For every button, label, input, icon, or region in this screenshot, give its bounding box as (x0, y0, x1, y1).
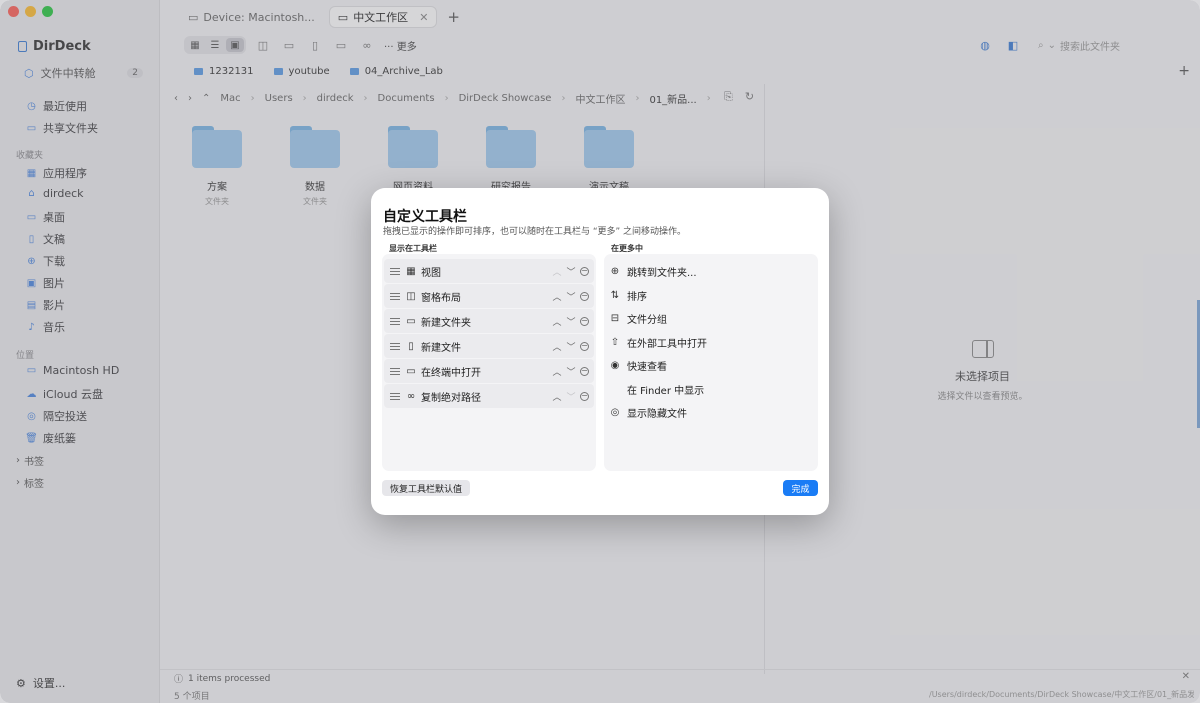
shown-items-list: ▦ 视图 ︿ ﹀ − ◫ 窗格布局 ︿ ﹀ − ▭ 新建文件夹 ︿ ﹀ − ▯ 新建文件 ︿… (382, 254, 596, 471)
drag-handle-icon[interactable] (390, 367, 400, 375)
more-item-show-in-finder[interactable]: 在 Finder 中显示 (608, 378, 814, 400)
more-item-show-hidden[interactable]: ◎ 显示隐藏文件 (608, 401, 814, 423)
drag-handle-icon[interactable] (390, 267, 400, 275)
move-down-icon[interactable]: ﹀ (566, 291, 576, 303)
move-up-icon[interactable]: ︿ (552, 291, 562, 303)
shown-item-pane-layout[interactable]: ◫ 窗格布局 ︿ ﹀ − (384, 284, 594, 308)
item-label: 新建文件夹 (421, 317, 471, 329)
item-label: 快速查看 (627, 361, 667, 373)
shown-item-open-terminal[interactable]: ▭ 在终端中打开 ︿ ﹀ − (384, 359, 594, 383)
grid-view-icon: ▦ (406, 265, 416, 277)
shown-item-view[interactable]: ▦ 视图 ︿ ﹀ − (384, 259, 594, 283)
remove-icon[interactable]: − (580, 391, 589, 401)
customize-toolbar-dialog: 自定义工具栏 拖拽已显示的操作即可排序，也可以随时在工具栏与 “更多” 之间移动… (371, 188, 829, 515)
item-label: 在外部工具中打开 (627, 338, 707, 350)
more-items-list: ⊕ 跳转到文件夹... ⇅ 排序 ⊟ 文件分组 ⇧ 在外部工具中打开 ◉ 快速查… (604, 254, 818, 471)
shown-items-header: 显示在工具栏 (389, 244, 437, 253)
remove-icon[interactable]: − (580, 291, 589, 301)
item-label: 在终端中打开 (421, 367, 481, 379)
item-label: 排序 (627, 291, 647, 303)
move-up-icon[interactable]: ︿ (552, 266, 562, 278)
shown-item-new-folder[interactable]: ▭ 新建文件夹 ︿ ﹀ − (384, 309, 594, 333)
item-label: 复制绝对路径 (421, 392, 481, 404)
more-items-header: 在更多中 (611, 244, 643, 253)
move-up-icon[interactable]: ︿ (552, 341, 562, 353)
more-item-quick-look[interactable]: ◉ 快速查看 (608, 354, 814, 376)
remove-icon[interactable]: − (580, 341, 589, 351)
more-item-go-to-folder[interactable]: ⊕ 跳转到文件夹... (608, 260, 814, 282)
item-label: 显示隐藏文件 (627, 408, 687, 420)
move-down-icon[interactable]: ﹀ (566, 266, 576, 278)
drag-handle-icon[interactable] (390, 392, 400, 400)
dialog-subtitle: 拖拽已显示的操作即可排序，也可以随时在工具栏与 “更多” 之间移动操作。 (383, 227, 687, 237)
item-label: 新建文件 (421, 342, 461, 354)
eye-icon: ◉ (610, 359, 620, 371)
remove-icon[interactable]: − (580, 266, 589, 276)
item-label: 文件分组 (627, 314, 667, 326)
more-item-sort[interactable]: ⇅ 排序 (608, 284, 814, 306)
drag-handle-icon[interactable] (390, 317, 400, 325)
move-down-icon[interactable]: ﹀ (566, 391, 576, 403)
shown-item-new-file[interactable]: ▯ 新建文件 ︿ ﹀ − (384, 334, 594, 358)
dialog-title: 自定义工具栏 (383, 209, 467, 225)
move-down-icon[interactable]: ﹀ (566, 316, 576, 328)
remove-icon[interactable]: − (580, 316, 589, 326)
drag-handle-icon[interactable] (390, 342, 400, 350)
new-folder-icon: ▭ (406, 315, 416, 327)
item-label: 视图 (421, 267, 441, 279)
move-up-icon[interactable]: ︿ (552, 366, 562, 378)
done-button[interactable]: 完成 (783, 480, 818, 496)
go-to-folder-icon: ⊕ (610, 265, 620, 277)
share-icon: ⇧ (610, 336, 620, 348)
sort-icon: ⇅ (610, 289, 620, 301)
reset-toolbar-button[interactable]: 恢复工具栏默认值 (382, 480, 471, 496)
eye-slash-icon: ◎ (610, 406, 620, 418)
terminal-icon: ▭ (406, 365, 416, 377)
split-pane-icon: ◫ (406, 290, 416, 302)
item-label: 在 Finder 中显示 (627, 385, 705, 397)
group-icon: ⊟ (610, 312, 620, 324)
item-label: 窗格布局 (421, 292, 461, 304)
app-window: DirDeck ⬡ 文件中转舱 2 ◷ 最近使用 ▭ 共享文件夹 收藏夹 ▦ 应… (0, 0, 1200, 703)
more-item-open-external[interactable]: ⇧ 在外部工具中打开 (608, 331, 814, 353)
more-item-group[interactable]: ⊟ 文件分组 (608, 307, 814, 329)
item-label: 跳转到文件夹... (627, 267, 697, 279)
blank-icon (609, 383, 621, 395)
remove-icon[interactable]: − (580, 366, 589, 376)
new-file-icon: ▯ (408, 340, 414, 352)
move-down-icon[interactable]: ﹀ (566, 366, 576, 378)
move-up-icon[interactable]: ︿ (552, 391, 562, 403)
drag-handle-icon[interactable] (390, 292, 400, 300)
move-down-icon[interactable]: ﹀ (566, 341, 576, 353)
shown-item-copy-path[interactable]: ∞ 复制绝对路径 ︿ ﹀ − (384, 384, 594, 408)
move-up-icon[interactable]: ︿ (552, 316, 562, 328)
link-icon: ∞ (406, 390, 416, 402)
